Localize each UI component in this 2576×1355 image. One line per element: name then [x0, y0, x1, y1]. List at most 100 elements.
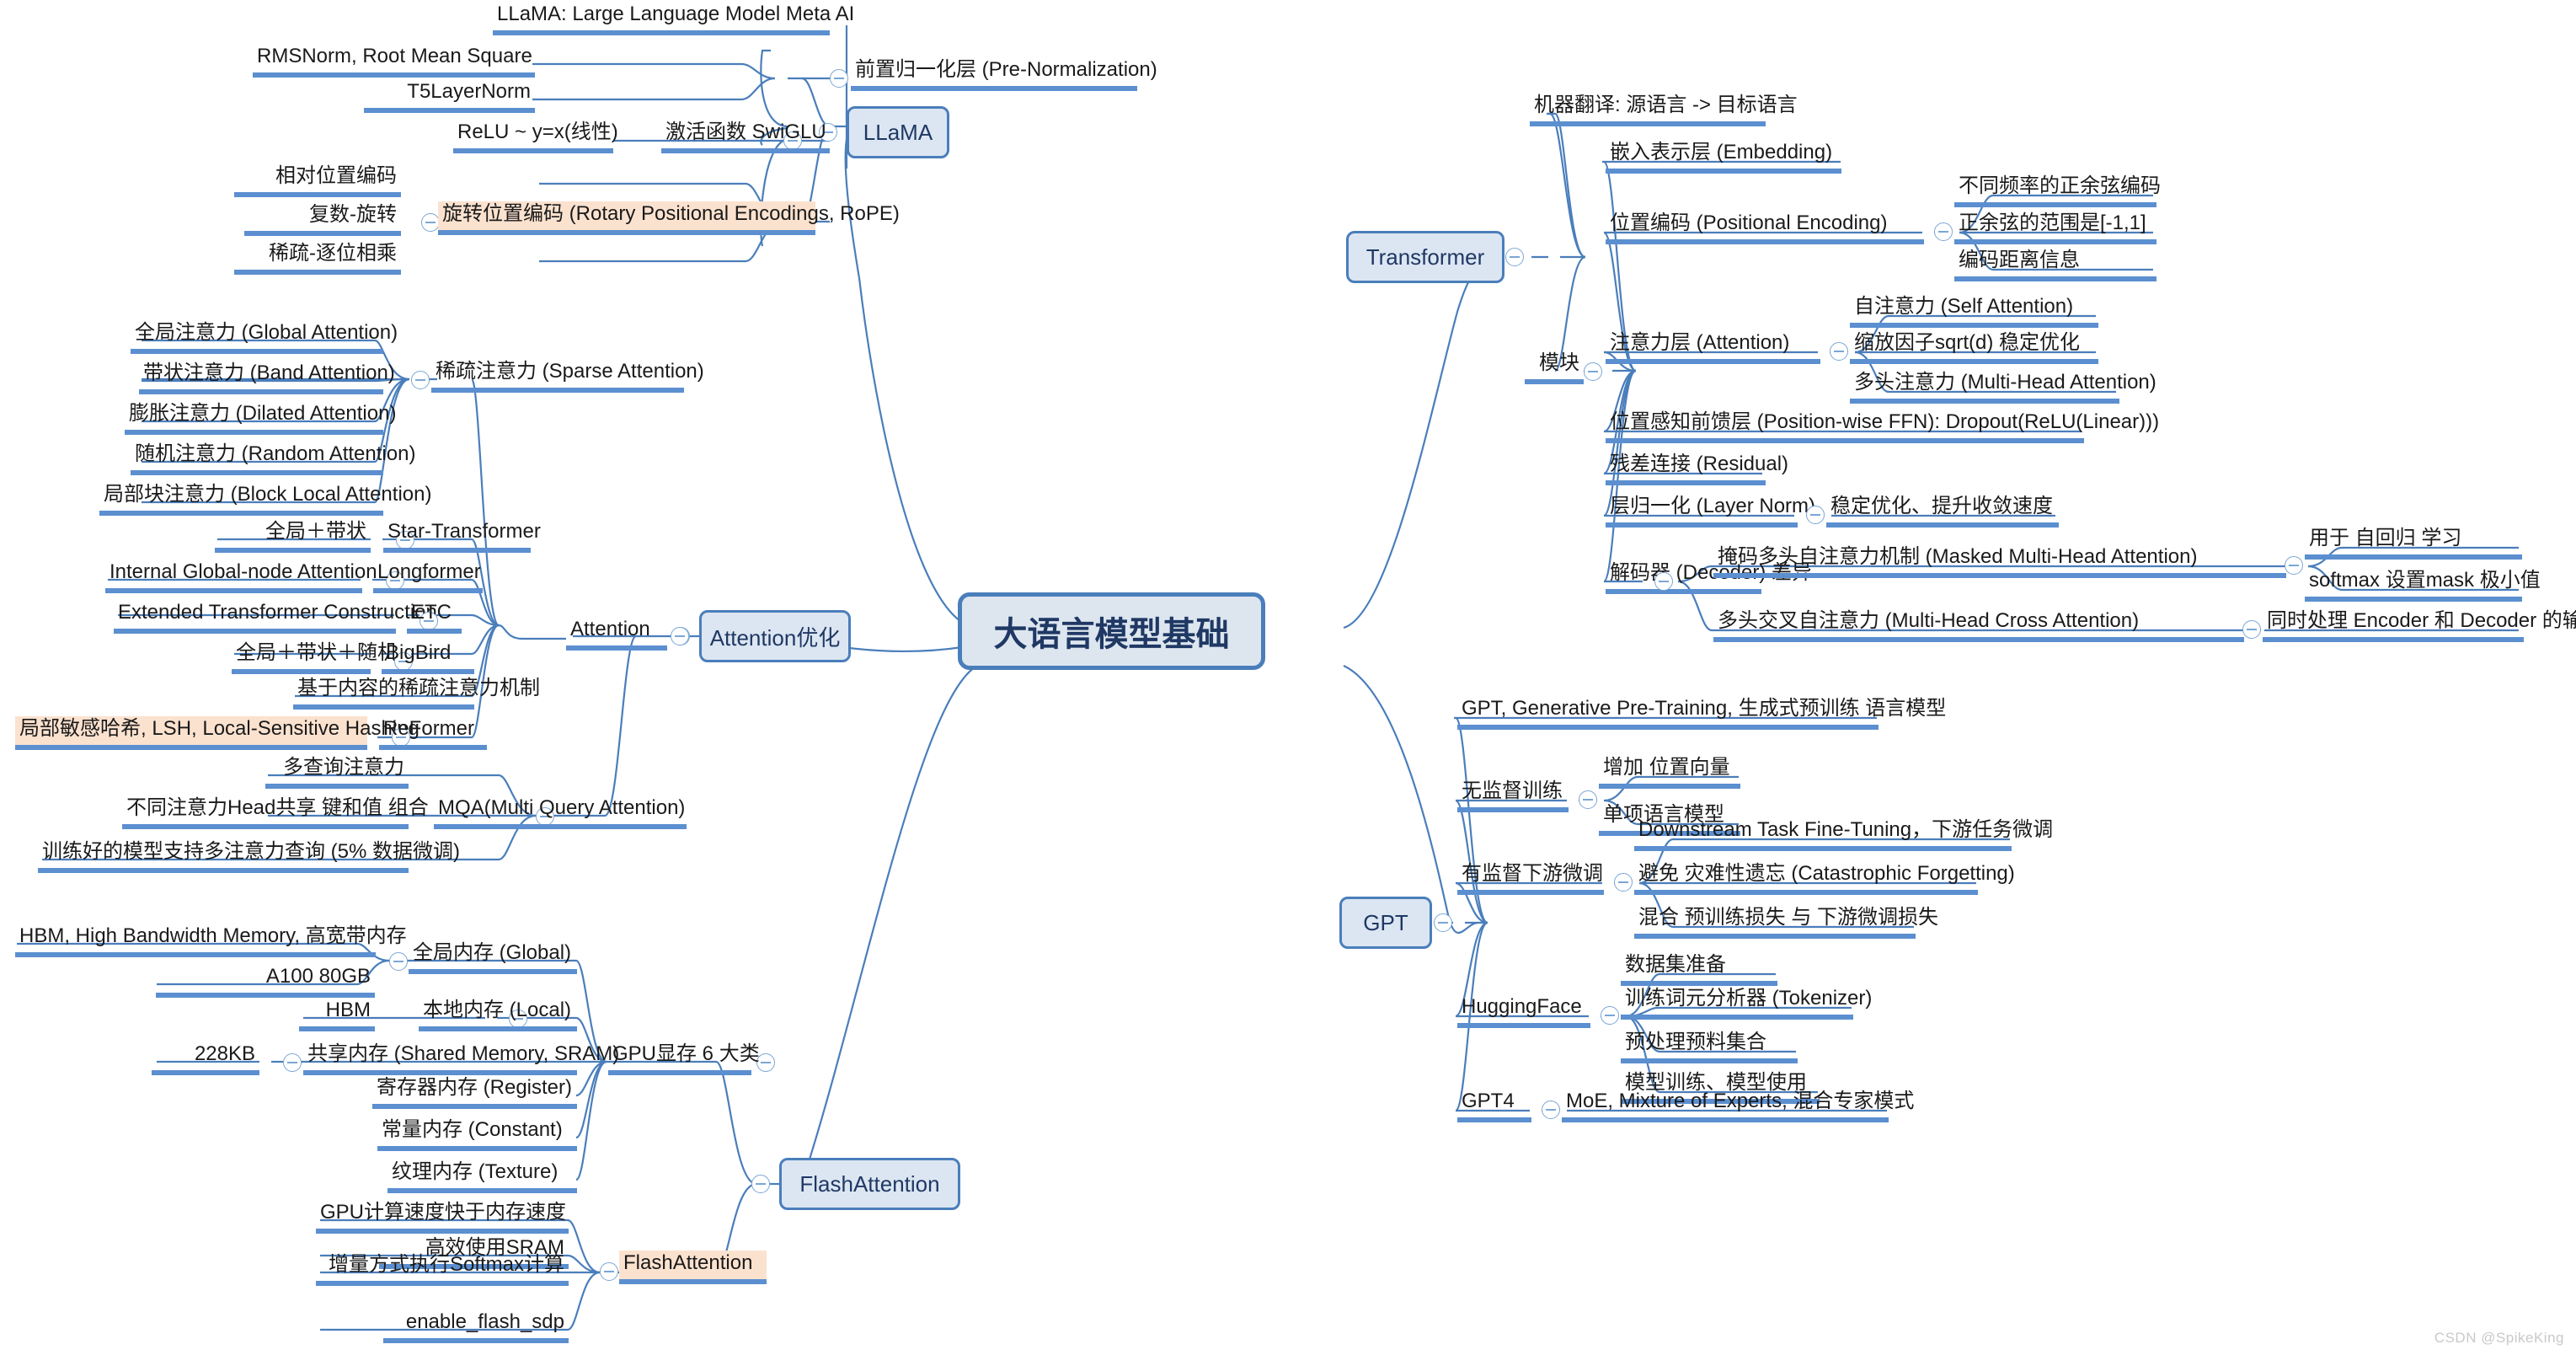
leaf-etc[interactable]: ETC — [407, 600, 462, 634]
leaf-star-transformer-desc[interactable]: 全局＋带状 — [215, 519, 371, 553]
leaf-rmsnorm[interactable]: RMSNorm, Root Mean Square — [253, 44, 535, 78]
leaf-cross-attention[interactable]: 多头交叉自注意力 (Multi-Head Cross Attention) — [1713, 608, 2244, 642]
leaf-dilated-attention[interactable]: 膨胀注意力 (Dilated Attention) — [125, 401, 396, 435]
leaf-etc-desc[interactable]: Extended Transformer Construction — [114, 600, 437, 634]
leaf-global-attention[interactable]: 全局注意力 (Global Attention) — [131, 320, 398, 354]
leaf-huggingface[interactable]: HuggingFace — [1457, 994, 1590, 1028]
branch-node-gpt[interactable]: GPT — [1339, 897, 1432, 949]
leaf-shared-memory[interactable]: 共享内存 (Shared Memory, SRAM) — [303, 1042, 619, 1075]
leaf-cross-note[interactable]: 同时处理 Encoder 和 Decoder 的输入 — [2263, 608, 2576, 642]
leaf-att-item-2[interactable]: 多头注意力 (Multi-Head Attention) — [1850, 370, 2156, 404]
leaf-longformer-desc[interactable]: Internal Global-node Attention — [105, 560, 377, 593]
leaf-hf-item-2[interactable]: 预处理预料集合 — [1621, 1030, 1798, 1063]
leaf-flash-sub[interactable]: FlashAttention — [619, 1251, 767, 1284]
leaf-texture-memory[interactable]: 纹理内存 (Texture) — [387, 1160, 577, 1193]
toggle-unsupervised[interactable] — [1579, 790, 1597, 809]
leaf-gpu-memory[interactable]: GPU显存 6 大类 — [608, 1042, 760, 1075]
toggle-gpt4[interactable] — [1542, 1101, 1560, 1119]
leaf-positional-encoding[interactable]: 位置编码 (Positional Encoding) — [1606, 211, 1924, 244]
leaf-flash-item-0[interactable]: GPU计算速度快于内存速度 — [316, 1200, 569, 1234]
leaf-sparse-attention[interactable]: 稀疏注意力 (Sparse Attention) — [431, 359, 704, 393]
leaf-block-local-attention[interactable]: 局部块注意力 (Block Local Attention) — [99, 482, 431, 516]
toggle-modules[interactable] — [1584, 362, 1602, 381]
leaf-mqa-item-1[interactable]: 不同注意力Head共享 键和值 组合 — [122, 795, 429, 829]
leaf-relu[interactable]: ReLU ~ y=x(线性) — [453, 120, 618, 153]
toggle-finetune[interactable] — [1614, 873, 1633, 892]
leaf-content-sparse[interactable]: 基于内容的稀疏注意力机制 — [293, 676, 540, 710]
leaf-bigbird[interactable]: BigBird — [382, 640, 474, 674]
toggle-huggingface[interactable] — [1601, 1006, 1619, 1025]
leaf-local-memory[interactable]: 本地内存 (Local) — [419, 998, 577, 1031]
toggle-flash-sub[interactable] — [600, 1262, 618, 1281]
toggle-attention-layer[interactable] — [1830, 342, 1848, 361]
leaf-hbm-full[interactable]: HBM, High Bandwidth Memory, 高宽带内存 — [15, 924, 407, 957]
toggle-transformer[interactable] — [1505, 248, 1524, 266]
leaf-masked-note-1[interactable]: softmax 设置mask 极小值 — [2305, 568, 2541, 602]
toggle-masked-attention[interactable] — [2285, 556, 2303, 575]
leaf-mqa[interactable]: MQA(Multi Query Attention) — [434, 795, 687, 829]
leaf-hf-item-1[interactable]: 训练词元分析器 (Tokenizer) — [1621, 986, 1872, 1020]
toggle-prenorm[interactable] — [830, 69, 848, 88]
leaf-att-item-1[interactable]: 缩放因子sqrt(d) 稳定优化 — [1850, 330, 2098, 364]
leaf-band-attention[interactable]: 带状注意力 (Band Attention) — [139, 361, 395, 394]
toggle-shared-memory[interactable] — [283, 1053, 302, 1072]
leaf-masked-attention[interactable]: 掩码多头自注意力机制 (Masked Multi-Head Attention) — [1713, 544, 2286, 578]
leaf-activation[interactable]: 激活函数 SwiGLU — [661, 120, 830, 153]
root-node[interactable]: 大语言模型基础 — [958, 592, 1265, 670]
leaf-llama-title[interactable]: LLaMA: Large Language Model Meta AI — [493, 2, 854, 35]
leaf-prenorm[interactable]: 前置归一化层 (Pre-Normalization) — [851, 57, 1157, 91]
toggle-global-memory[interactable] — [389, 952, 408, 971]
leaf-layernorm-note[interactable]: 稳定优化、提升收敛速度 — [1826, 494, 2059, 528]
leaf-gpt4-note[interactable]: MoE, Mixture of Experts, 混合专家模式 — [1562, 1089, 1914, 1122]
toggle-sparse-attention[interactable] — [411, 371, 430, 389]
branch-node-llama[interactable]: LLaMA — [847, 106, 949, 158]
toggle-flashattention[interactable] — [751, 1175, 770, 1193]
toggle-positional-encoding[interactable] — [1934, 222, 1953, 241]
leaf-pe-item-0[interactable]: 不同频率的正余弦编码 — [1954, 174, 2161, 207]
leaf-ft-item-0[interactable]: Downstream Task Fine-Tuning，下游任务微调 — [1634, 817, 2053, 851]
leaf-layernorm[interactable]: 层归一化 (Layer Norm) — [1606, 494, 1815, 528]
leaf-mqa-item-2[interactable]: 训练好的模型支持多注意力查询 (5% 数据微调) — [38, 839, 460, 873]
toggle-rope[interactable] — [421, 213, 440, 232]
leaf-constant-memory[interactable]: 常量内存 (Constant) — [377, 1117, 577, 1151]
leaf-flash-item-2[interactable]: 增量方式执行Softmax计算 — [316, 1252, 569, 1286]
leaf-random-attention[interactable]: 随机注意力 (Random Attention) — [131, 442, 415, 475]
leaf-transformer-task[interactable]: 机器翻译: 源语言 -> 目标语言 — [1530, 93, 1798, 126]
leaf-t5layernorm[interactable]: T5LayerNorm — [364, 79, 535, 113]
toggle-gpt[interactable] — [1434, 913, 1452, 932]
leaf-228kb[interactable]: 228KB — [152, 1042, 259, 1075]
leaf-embedding[interactable]: 嵌入表示层 (Embedding) — [1606, 140, 1841, 174]
leaf-sparse-mult[interactable]: 稀疏-逐位相乘 — [234, 241, 401, 275]
toggle-cross-attention[interactable] — [2242, 620, 2261, 639]
leaf-attention-sub[interactable]: Attention — [566, 617, 667, 651]
leaf-reformer[interactable]: ReFormer — [379, 716, 487, 750]
leaf-attention-layer[interactable]: 注意力层 (Attention) — [1606, 330, 1820, 364]
leaf-global-memory[interactable]: 全局内存 (Global) — [409, 940, 577, 974]
leaf-reformer-desc[interactable]: 局部敏感哈希, LSH, Local-Sensitive Hashing — [15, 716, 420, 750]
branch-node-transformer[interactable]: Transformer — [1346, 231, 1504, 283]
leaf-bigbird-desc[interactable]: 全局＋带状＋随机 — [232, 640, 398, 674]
toggle-attention-sub-root[interactable] — [671, 627, 689, 645]
branch-node-attention-opt[interactable]: Attention优化 — [699, 610, 851, 662]
leaf-gpt4[interactable]: GPT4 — [1457, 1089, 1531, 1122]
leaf-unsupervised[interactable]: 无监督训练 — [1457, 779, 1569, 812]
toggle-decoder[interactable] — [1654, 572, 1673, 591]
leaf-masked-note-0[interactable]: 用于 自回归 学习 — [2305, 526, 2522, 560]
leaf-residual[interactable]: 残差连接 (Residual) — [1606, 452, 1788, 485]
leaf-modules[interactable]: 模块 — [1525, 351, 1584, 384]
toggle-layernorm[interactable] — [1806, 506, 1825, 524]
leaf-ft-item-1[interactable]: 避免 灾难性遗忘 (Catastrophic Forgetting) — [1634, 861, 2015, 895]
leaf-register-memory[interactable]: 寄存器内存 (Register) — [372, 1075, 577, 1109]
leaf-pe-item-2[interactable]: 编码距离信息 — [1954, 248, 2156, 281]
leaf-ffn[interactable]: 位置感知前馈层 (Position-wise FFN): Dropout(ReL… — [1606, 410, 2159, 443]
leaf-hf-item-0[interactable]: 数据集准备 — [1621, 952, 1777, 986]
leaf-finetune[interactable]: 有监督下游微调 — [1457, 861, 1604, 895]
leaf-ft-item-2[interactable]: 混合 预训练损失 与 下游微调损失 — [1634, 905, 1938, 939]
leaf-unsup-item-0[interactable]: 增加 位置向量 — [1599, 755, 1740, 789]
leaf-mqa-item-0[interactable]: 多查询注意力 — [265, 755, 409, 789]
leaf-complex-rotate[interactable]: 复数-旋转 — [244, 202, 401, 236]
leaf-star-transformer[interactable]: Star-Transformer — [383, 519, 541, 553]
branch-node-flashattention[interactable]: FlashAttention — [779, 1158, 960, 1210]
leaf-gpt-title[interactable]: GPT, Generative Pre-Training, 生成式预训练 语言模… — [1457, 696, 1946, 730]
leaf-a100[interactable]: A100 80GB — [156, 964, 375, 998]
